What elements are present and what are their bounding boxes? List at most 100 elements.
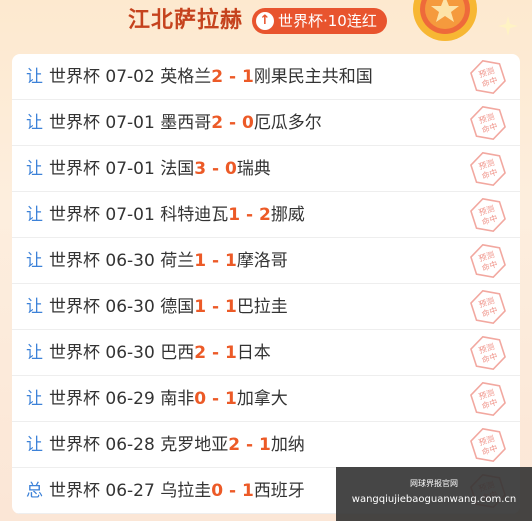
bet-type-tag: 让	[26, 343, 43, 363]
away-team: 日本	[236, 343, 271, 363]
bet-type-tag: 让	[26, 159, 43, 179]
streak-badge: ↑ 世界杯·10连红	[252, 8, 387, 34]
match-row[interactable]: 让世界杯 06-30 德国1 - 1巴拉圭 预测 命中	[12, 284, 520, 330]
home-score: 1	[194, 251, 207, 271]
away-score: 1	[224, 297, 237, 317]
match-date: 06-30	[105, 297, 155, 317]
away-team: 瑞典	[236, 159, 271, 179]
home-team: 法国	[160, 159, 195, 179]
match-date: 06-30	[105, 251, 155, 271]
league-name: 世界杯	[49, 297, 100, 317]
score-separator: -	[240, 205, 259, 225]
prediction-hit-stamp-icon: 预测命中	[470, 151, 506, 187]
match-date: 07-02	[105, 67, 155, 87]
match-date: 06-28	[105, 435, 155, 455]
match-text: 让世界杯 06-30 德国1 - 1巴拉圭	[26, 284, 288, 330]
match-date: 06-27	[105, 481, 155, 501]
league-name: 世界杯	[49, 435, 100, 455]
home-team: 科特迪瓦	[160, 205, 229, 225]
prediction-hit-stamp-icon: 预测命中	[470, 289, 506, 325]
watermark-title: 网球界报官网	[410, 479, 458, 488]
score-separator: -	[223, 67, 242, 87]
away-score: 0	[224, 159, 237, 179]
match-date: 06-30	[105, 343, 155, 363]
home-team: 荷兰	[160, 251, 195, 271]
match-row[interactable]: 让世界杯 07-01 科特迪瓦1 - 2挪威 预测 命中	[12, 192, 520, 238]
league-name: 世界杯	[49, 389, 100, 409]
match-text: 让世界杯 06-30 荷兰1 - 1摩洛哥	[26, 238, 288, 284]
league-name: 世界杯	[49, 205, 100, 225]
score-separator: -	[206, 389, 225, 409]
away-team: 加拿大	[236, 389, 288, 409]
score-separator: -	[206, 297, 225, 317]
score-separator: -	[240, 435, 259, 455]
home-score: 3	[194, 159, 207, 179]
home-score: 1	[228, 205, 241, 225]
match-row[interactable]: 让世界杯 07-01 墨西哥2 - 0厄瓜多尔 预测 命中	[12, 100, 520, 146]
league-name: 世界杯	[49, 113, 100, 133]
away-team: 挪威	[270, 205, 305, 225]
header: 江北萨拉赫 ↑ 世界杯·10连红	[0, 0, 532, 46]
match-row[interactable]: 让世界杯 06-28 克罗地亚2 - 1加纳 预测 命中	[12, 422, 520, 468]
arrow-up-icon: ↑	[256, 12, 274, 30]
match-row[interactable]: 让世界杯 06-30 荷兰1 - 1摩洛哥 预测 命中	[12, 238, 520, 284]
home-score: 0	[211, 481, 224, 501]
away-score: 1	[258, 435, 271, 455]
prediction-hit-stamp-icon: 预测命中	[470, 381, 506, 417]
home-score: 1	[194, 297, 207, 317]
home-team: 克罗地亚	[160, 435, 229, 455]
match-row[interactable]: 让世界杯 07-01 法国3 - 0瑞典 预测 命中	[12, 146, 520, 192]
match-row[interactable]: 让世界杯 07-02 英格兰2 - 1刚果民主共和国 预测 命中	[12, 54, 520, 100]
away-team: 厄瓜多尔	[253, 113, 322, 133]
streak-text: 世界杯·10连红	[278, 12, 377, 30]
home-team: 墨西哥	[160, 113, 212, 133]
bet-type-tag: 让	[26, 435, 43, 455]
match-text: 让世界杯 06-30 巴西2 - 1日本	[26, 330, 271, 376]
home-score: 2	[194, 343, 207, 363]
home-score: 2	[211, 113, 224, 133]
league-name: 世界杯	[49, 481, 100, 501]
prediction-hit-stamp-icon: 预测命中	[470, 59, 506, 95]
score-separator: -	[206, 343, 225, 363]
match-row[interactable]: 让世界杯 06-29 南非0 - 1加拿大 预测 命中	[12, 376, 520, 422]
match-text: 让世界杯 07-02 英格兰2 - 1刚果民主共和国	[26, 54, 373, 100]
bet-type-tag: 让	[26, 251, 43, 271]
away-team: 西班牙	[253, 481, 305, 501]
prediction-hit-stamp-icon: 预测命中	[470, 197, 506, 233]
match-text: 让世界杯 07-01 科特迪瓦1 - 2挪威	[26, 192, 305, 238]
league-name: 世界杯	[49, 251, 100, 271]
expert-name[interactable]: 江北萨拉赫	[128, 6, 243, 36]
league-name: 世界杯	[49, 159, 100, 179]
league-name: 世界杯	[49, 343, 100, 363]
match-text: 让世界杯 07-01 墨西哥2 - 0厄瓜多尔	[26, 100, 322, 146]
away-team: 摩洛哥	[236, 251, 288, 271]
prediction-hit-stamp-icon: 预测命中	[470, 243, 506, 279]
away-score: 1	[241, 67, 254, 87]
bet-type-tag: 总	[26, 481, 43, 501]
match-text: 让世界杯 06-28 克罗地亚2 - 1加纳	[26, 422, 305, 468]
watermark: 网球界报官网 wangqiujiebaoguanwang.com.cn	[336, 467, 532, 521]
match-text: 让世界杯 06-29 南非0 - 1加拿大	[26, 376, 288, 422]
score-separator: -	[223, 113, 242, 133]
away-score: 1	[224, 251, 237, 271]
match-list: 让世界杯 07-02 英格兰2 - 1刚果民主共和国 预测 命中让世界杯 07-01…	[12, 54, 520, 514]
away-team: 巴拉圭	[236, 297, 288, 317]
match-row[interactable]: 让世界杯 06-30 巴西2 - 1日本 预测 命中	[12, 330, 520, 376]
league-name: 世界杯	[49, 67, 100, 87]
home-team: 乌拉圭	[160, 481, 212, 501]
bet-type-tag: 让	[26, 113, 43, 133]
home-score: 2	[211, 67, 224, 87]
match-date: 06-29	[105, 389, 155, 409]
match-text: 总世界杯 06-27 乌拉圭0 - 1西班牙	[26, 468, 305, 514]
away-score: 1	[241, 481, 254, 501]
match-date: 07-01	[105, 113, 155, 133]
home-team: 南非	[160, 389, 195, 409]
home-team: 英格兰	[160, 67, 212, 87]
prediction-hit-stamp-icon: 预测命中	[470, 427, 506, 463]
home-score: 0	[194, 389, 207, 409]
away-team: 刚果民主共和国	[253, 67, 373, 87]
prediction-hit-stamp-icon: 预测命中	[470, 105, 506, 141]
watermark-url: wangqiujiebaoguanwang.com.cn	[351, 494, 517, 505]
score-separator: -	[206, 159, 225, 179]
home-score: 2	[228, 435, 241, 455]
